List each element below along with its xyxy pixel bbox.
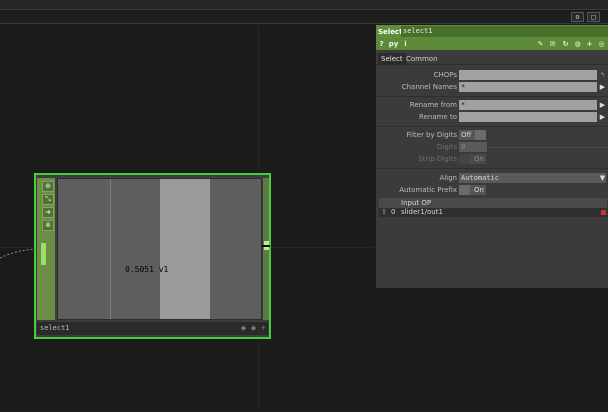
rename-from-field[interactable]: *	[459, 100, 597, 110]
strip-digits-toggle[interactable]: On	[459, 154, 486, 164]
viewer-channel-bar	[160, 179, 210, 319]
node-label-bar: select1 ◆ ◆ +	[37, 322, 268, 335]
toggle-knob	[475, 130, 486, 140]
globe-icon[interactable]: ◍	[573, 39, 582, 49]
node-add-icon[interactable]: +	[260, 325, 267, 332]
divider	[376, 168, 608, 169]
chops-field[interactable]	[459, 70, 597, 80]
top-menu-bar	[0, 0, 608, 10]
info-icon[interactable]: i	[401, 39, 410, 49]
chops-menu-icon[interactable]: ↰	[598, 70, 607, 80]
rename-to-menu-icon[interactable]: ▶	[598, 112, 607, 122]
row-pin-icon[interactable]: ⇧	[381, 208, 387, 217]
table-row[interactable]: ⇧ 0 slider1/out1	[379, 208, 607, 217]
channel-names-field[interactable]: *	[459, 82, 597, 92]
panel-header: Select select1	[376, 25, 608, 38]
operator-name-field[interactable]: select1	[401, 26, 608, 37]
chops-label: CHOPs	[433, 71, 457, 79]
node-viewer-toolbar: ⊕ ⤡ ➜ ⊗	[37, 178, 55, 320]
panel-toolbar: ? py i ✎ ✉ ↻ ◍ + ◎	[376, 38, 608, 50]
node-flag-icon[interactable]: ◆	[240, 325, 247, 332]
input-connector[interactable]	[41, 243, 46, 265]
viewer-bypass-icon[interactable]: ⊗	[42, 220, 54, 231]
strip-digits-label: Strip Digits	[418, 155, 457, 163]
comment-icon[interactable]: ✉	[548, 39, 557, 49]
pane-maximize-button[interactable]: □	[587, 12, 600, 22]
operator-type-label: Select	[378, 28, 403, 36]
rename-to-field[interactable]	[459, 112, 597, 122]
automatic-prefix-label: Automatic Prefix	[399, 186, 457, 194]
refresh-icon[interactable]: ↻	[561, 39, 570, 49]
rename-from-label: Rename from	[409, 101, 457, 109]
edit-icon[interactable]: ✎	[536, 39, 545, 49]
pane-split-button[interactable]: o	[571, 12, 584, 22]
channel-names-menu-icon[interactable]: ▶	[598, 82, 607, 92]
align-dropdown[interactable]: Automatic	[459, 173, 606, 183]
delete-row-icon[interactable]	[601, 210, 606, 215]
help-icon[interactable]: ?	[377, 39, 386, 49]
filter-by-digits-value: Off	[461, 131, 472, 139]
table-header-input-op: Input OP	[401, 199, 432, 207]
channel-names-label: Channel Names	[401, 83, 457, 91]
node-name[interactable]: select1	[40, 324, 70, 332]
node-viewer[interactable]: 0.5051 v1	[57, 178, 262, 320]
digits-field[interactable]: 0	[459, 142, 487, 152]
tab-select[interactable]: Select	[378, 53, 406, 65]
add-icon[interactable]: +	[585, 39, 594, 49]
chevron-down-icon[interactable]: ▼	[598, 173, 607, 183]
pane-tab-strip	[0, 10, 608, 24]
digits-slider[interactable]	[488, 147, 608, 148]
toggle-knob	[459, 185, 470, 195]
tab-common[interactable]: Common	[403, 53, 441, 65]
align-label: Align	[439, 174, 457, 182]
parameter-tabs: Select Common	[376, 53, 608, 65]
filter-by-digits-label: Filter by Digits	[406, 131, 458, 139]
filter-by-digits-toggle[interactable]: Off	[459, 130, 486, 140]
target-icon[interactable]: ◎	[597, 39, 606, 49]
automatic-prefix-toggle[interactable]: On	[459, 185, 486, 195]
table-header: Input OP	[379, 198, 607, 208]
viewer-active-icon[interactable]: ⊕	[42, 181, 54, 192]
rename-to-label: Rename to	[419, 113, 457, 121]
toggle-knob	[459, 154, 470, 164]
row-input-op[interactable]: slider1/out1	[401, 208, 443, 217]
strip-digits-value: On	[474, 155, 484, 163]
rename-from-menu-icon[interactable]: ▶	[598, 100, 607, 110]
viewer-divider	[110, 179, 111, 319]
output-connector-tick	[262, 245, 270, 247]
viewer-arrow-icon[interactable]: ➜	[42, 207, 54, 218]
python-icon[interactable]: py	[388, 39, 399, 49]
parameter-panel: Select select1 ? py i ✎ ✉ ↻ ◍ + ◎ Select…	[375, 25, 608, 288]
digits-label: Digits	[436, 143, 457, 151]
row-index: 0	[391, 208, 396, 216]
channel-value-readout: 0.5051 v1	[125, 265, 169, 274]
divider	[376, 96, 608, 97]
divider	[376, 126, 608, 127]
node-flag-icon[interactable]: ◆	[250, 325, 257, 332]
viewer-graph-icon[interactable]: ⤡	[42, 194, 54, 205]
automatic-prefix-value: On	[474, 186, 484, 194]
select-chop-node[interactable]: ⊕ ⤡ ➜ ⊗ 0.5051 v1 select1 ◆ ◆ +	[34, 173, 271, 339]
